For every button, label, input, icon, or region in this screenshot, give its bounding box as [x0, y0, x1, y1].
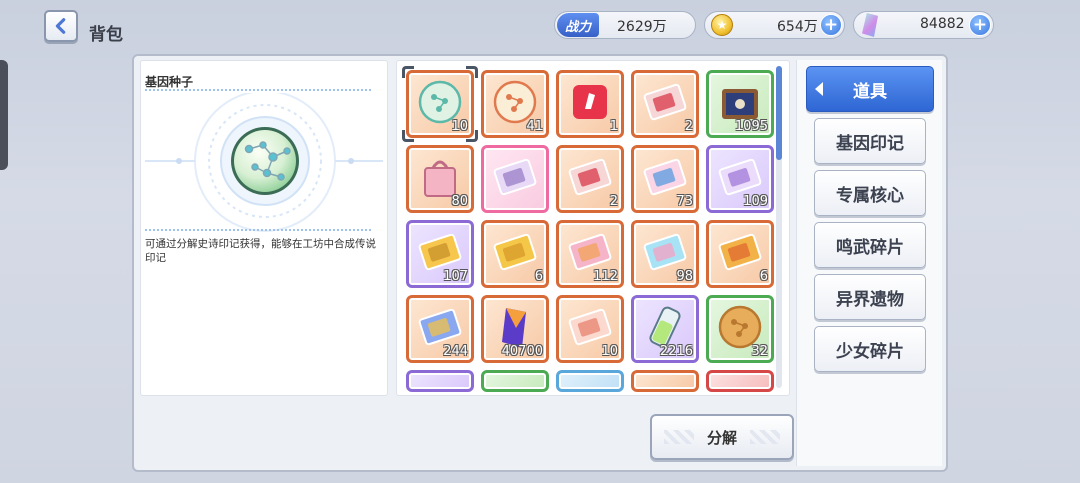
inventory-item[interactable]: 2: [556, 145, 624, 213]
coin-value: 654万: [777, 19, 818, 35]
item-count: 32: [751, 344, 768, 359]
tab-5[interactable]: 少女碎片: [814, 326, 926, 372]
decompose-label: 分解: [706, 428, 737, 447]
tab-label: 专属核心: [836, 185, 904, 206]
inventory-item[interactable]: [556, 370, 624, 392]
item-count: 2216: [659, 344, 693, 359]
inventory-item[interactable]: [481, 370, 549, 392]
inventory-item[interactable]: 109: [706, 145, 774, 213]
tab-0[interactable]: 道具: [806, 66, 934, 112]
item-partial-3-icon: [567, 379, 613, 389]
item-count: 6: [534, 269, 543, 284]
tab-3[interactable]: 鸣武碎片: [814, 222, 926, 268]
item-count: 2: [609, 194, 618, 209]
divider: [145, 89, 371, 91]
item-count: 73: [676, 194, 693, 209]
item-partial-1-icon: [417, 379, 463, 389]
tab-4[interactable]: 异界遗物: [814, 274, 926, 320]
power-display: 战力 2629万: [554, 11, 696, 39]
item-detail-panel: 基因种子 可通过分解史诗印记获得，能够在工坊中合成传说印记: [140, 60, 388, 396]
gem-icon: [862, 13, 878, 37]
tab-2[interactable]: 专属核心: [814, 170, 926, 216]
divider: [145, 229, 371, 231]
decompose-button[interactable]: 分解: [650, 414, 794, 460]
character-card-icon: [492, 154, 538, 200]
item-count: 80: [451, 194, 468, 209]
inventory-item[interactable]: [631, 370, 699, 392]
item-count: 10: [601, 344, 618, 359]
add-gem-button[interactable]: +: [969, 14, 991, 36]
item-count: 112: [593, 269, 618, 284]
item-count: 6: [759, 269, 768, 284]
decor-pattern: [750, 430, 780, 444]
inventory-item[interactable]: [706, 370, 774, 392]
item-count: 41: [526, 119, 543, 134]
scrollbar-thumb[interactable]: [776, 66, 782, 160]
inventory-item[interactable]: 112: [556, 220, 624, 288]
power-value: 2629万: [617, 19, 667, 35]
sword-card-gold-icon: [717, 229, 763, 275]
item-description: 可通过分解史诗印记获得，能够在工坊中合成传说印记: [145, 238, 376, 264]
back-button[interactable]: [44, 10, 78, 42]
item-partial-4-icon: [642, 379, 688, 389]
inventory-item[interactable]: 1095: [706, 70, 774, 138]
inventory-item[interactable]: 32: [706, 295, 774, 363]
page-title: 背包: [89, 25, 123, 45]
item-name: 基因种子: [145, 75, 194, 89]
inventory-item[interactable]: 107: [406, 220, 474, 288]
gem-display: 84882 +: [853, 11, 994, 39]
inventory-item[interactable]: 73: [631, 145, 699, 213]
item-count: 2: [684, 119, 693, 134]
chevron-left-icon: [815, 82, 823, 96]
item-partial-5-icon: [717, 379, 763, 389]
inventory-item[interactable]: [406, 370, 474, 392]
item-count: 10: [451, 119, 468, 134]
gold-card-icon: [492, 229, 538, 275]
gem-value: 84882: [920, 16, 965, 32]
inventory-item[interactable]: 244: [406, 295, 474, 363]
inventory-item[interactable]: [481, 145, 549, 213]
red-ticket-icon: [642, 79, 688, 125]
red-ticket-small-icon: [567, 154, 613, 200]
item-count: 98: [676, 269, 693, 284]
item-detail-art: [145, 93, 383, 233]
inventory-item[interactable]: 80: [406, 145, 474, 213]
item-count: 1095: [734, 119, 768, 134]
tab-label: 异界遗物: [836, 289, 904, 310]
side-pull-tab[interactable]: [0, 60, 8, 170]
inventory-item[interactable]: 10: [556, 295, 624, 363]
item-count: 1: [609, 119, 618, 134]
inventory-item[interactable]: 98: [631, 220, 699, 288]
back-arrow-icon: [55, 18, 66, 34]
tab-label: 鸣武碎片: [836, 237, 904, 258]
add-coin-button[interactable]: +: [820, 14, 842, 36]
inventory-item[interactable]: 6: [706, 220, 774, 288]
inventory-item[interactable]: 1: [556, 70, 624, 138]
inventory-item[interactable]: 10: [406, 70, 474, 138]
gene-seed-large-icon: [231, 127, 299, 195]
item-partial-2-icon: [492, 379, 538, 389]
tab-label: 少女碎片: [836, 341, 904, 362]
power-label: 战力: [557, 13, 599, 37]
inventory-item[interactable]: 41: [481, 70, 549, 138]
item-count: 107: [443, 269, 468, 284]
item-count: 109: [743, 194, 768, 209]
item-count: 244: [443, 344, 468, 359]
tab-1[interactable]: 基因印记: [814, 118, 926, 164]
tab-label: 基因印记: [836, 133, 904, 154]
item-count: 40700: [501, 344, 543, 359]
star-coin-icon: ★: [711, 14, 733, 36]
decor-pattern: [664, 430, 694, 444]
inventory-item[interactable]: 2: [631, 70, 699, 138]
inventory-item[interactable]: 2216: [631, 295, 699, 363]
inventory-item[interactable]: 6: [481, 220, 549, 288]
red-cube-icon: [567, 79, 613, 125]
tab-label: 道具: [853, 81, 887, 102]
inventory-item[interactable]: 40700: [481, 295, 549, 363]
coin-display: ★ 654万 +: [704, 11, 845, 39]
